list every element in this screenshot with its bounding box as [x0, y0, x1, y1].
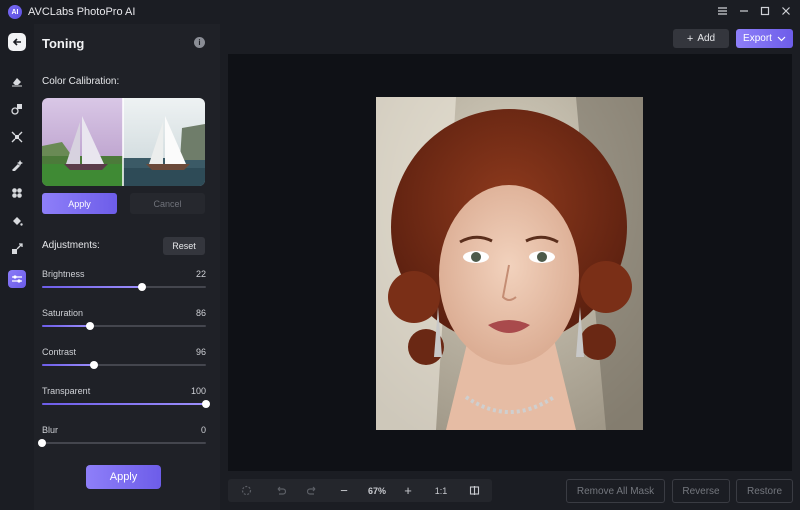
- toning-panel: Toning i Color Calibration: Apply Cancel…: [34, 24, 220, 510]
- export-button[interactable]: Export: [736, 29, 793, 48]
- add-button[interactable]: + Add: [673, 29, 729, 48]
- back-icon[interactable]: [8, 33, 26, 51]
- eraser-icon[interactable]: [8, 72, 26, 90]
- top-toolbar: + Add Export: [220, 24, 800, 54]
- export-label: Export: [743, 33, 772, 44]
- slider-fill: [42, 286, 143, 288]
- close-icon[interactable]: [779, 4, 793, 18]
- slider-thumb[interactable]: [138, 283, 147, 291]
- maximize-icon[interactable]: [758, 4, 772, 18]
- undo-icon[interactable]: [270, 479, 290, 502]
- slider-thumb[interactable]: [90, 361, 99, 369]
- chevron-down-icon: [777, 36, 786, 41]
- zoom-out-button[interactable]: −: [334, 479, 354, 502]
- add-label: Add: [697, 33, 716, 44]
- reset-button[interactable]: Reset: [163, 237, 205, 255]
- calibration-apply-button[interactable]: Apply: [42, 193, 117, 214]
- slider-value: 100: [190, 386, 206, 396]
- slider-fill: [42, 325, 90, 327]
- slider-label: Contrast: [42, 347, 77, 357]
- redo-icon[interactable]: [302, 479, 322, 502]
- magic-brush-icon[interactable]: [8, 156, 26, 174]
- paint-bucket-icon[interactable]: [8, 212, 26, 230]
- calibration-preview-image: [42, 98, 205, 186]
- slider-brightness[interactable]: Brightness 22: [42, 269, 206, 291]
- info-icon[interactable]: i: [194, 37, 205, 48]
- slider-value: 86: [195, 308, 206, 318]
- app-title: AVCLabs PhotoPro AI: [28, 6, 136, 18]
- title-bar: AI AVCLabs PhotoPro AI: [0, 0, 800, 24]
- slider-label: Saturation: [42, 308, 84, 318]
- slider-fill: [42, 403, 206, 405]
- calibration-cancel-button[interactable]: Cancel: [130, 193, 205, 214]
- toning-icon[interactable]: [8, 270, 26, 288]
- resize-icon[interactable]: [8, 240, 26, 258]
- shapes-icon[interactable]: [8, 100, 26, 118]
- view-tools: − 67% + 1:1: [228, 479, 492, 502]
- zoom-in-button[interactable]: +: [398, 479, 418, 502]
- compare-icon[interactable]: [464, 479, 484, 502]
- slider-blur[interactable]: Blur 0: [38, 425, 206, 447]
- grid-icon[interactable]: [8, 184, 26, 202]
- minimize-icon[interactable]: [737, 4, 751, 18]
- slider-saturation[interactable]: Saturation 86: [42, 308, 206, 330]
- actual-size-button[interactable]: 1:1: [430, 479, 452, 502]
- adjustments-label: Adjustments:: [42, 240, 100, 251]
- slider-transparent[interactable]: Transparent 100: [42, 386, 210, 408]
- apply-button[interactable]: Apply: [86, 465, 161, 489]
- tool-rail: [0, 24, 34, 510]
- slider-label: Brightness: [42, 269, 85, 279]
- reverse-button[interactable]: Reverse: [672, 479, 730, 503]
- slider-track[interactable]: [42, 400, 210, 408]
- slider-track[interactable]: [42, 322, 206, 330]
- image-canvas[interactable]: [228, 54, 792, 471]
- slider-fill: [42, 364, 95, 366]
- slider-value: 96: [195, 347, 206, 357]
- color-calibration-label: Color Calibration:: [42, 76, 120, 87]
- app-window: AI AVCLabs PhotoPro AI Toning i Color Ca…: [0, 0, 800, 510]
- slider-thumb[interactable]: [38, 439, 46, 447]
- plus-icon: +: [686, 32, 694, 45]
- slider-label: Transparent: [42, 386, 91, 396]
- hamburger-icon[interactable]: [715, 4, 729, 18]
- zoom-level: 67%: [367, 485, 386, 496]
- panel-title: Toning: [42, 36, 85, 51]
- slider-value: 0: [200, 425, 206, 435]
- lasso-icon[interactable]: [236, 479, 256, 502]
- restore-button[interactable]: Restore: [736, 479, 793, 503]
- slider-track[interactable]: [38, 439, 206, 447]
- portrait-photo: [376, 97, 643, 430]
- slider-label: Blur: [42, 425, 59, 435]
- enhance-icon[interactable]: [8, 128, 26, 146]
- slider-value: 22: [195, 269, 206, 279]
- slider-track[interactable]: [42, 283, 206, 291]
- slider-contrast[interactable]: Contrast 96: [42, 347, 206, 369]
- remove-all-mask-button[interactable]: Remove All Mask: [566, 479, 665, 503]
- slider-thumb[interactable]: [85, 322, 94, 330]
- bottom-toolbar: − 67% + 1:1 Remove All Mask Reverse Rest…: [220, 471, 800, 510]
- app-logo-icon: AI: [8, 5, 22, 19]
- slider-thumb[interactable]: [202, 400, 210, 408]
- slider-track[interactable]: [42, 361, 206, 369]
